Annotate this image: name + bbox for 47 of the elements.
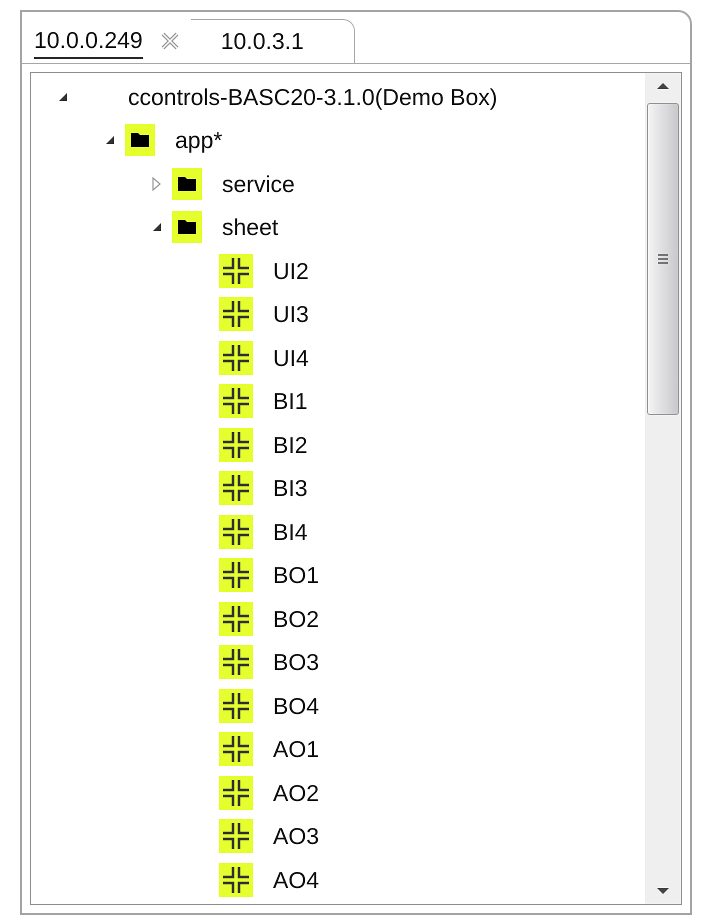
grip-icon (657, 253, 669, 265)
folder-icon (125, 124, 155, 156)
tree-item-label[interactable]: BI4 (273, 514, 308, 549)
tree-item-label[interactable]: BO4 (273, 688, 320, 723)
grid-icon (219, 514, 253, 549)
tree-item-label[interactable]: BI1 (273, 384, 308, 418)
tree-item-label[interactable]: app* (175, 123, 222, 158)
grid-icon (219, 471, 253, 506)
folder-icon (172, 168, 202, 200)
grid-icon (219, 732, 253, 766)
tree-item-label[interactable]: AO3 (273, 819, 320, 854)
scroll-up-icon[interactable] (656, 81, 670, 91)
tree-item-label[interactable]: AO2 (273, 776, 320, 810)
tree-item-label[interactable]: UI3 (273, 297, 309, 332)
grid-icon (219, 776, 253, 810)
tree-item-label[interactable]: BI3 (273, 471, 308, 506)
tree-item-label[interactable]: BO2 (273, 602, 320, 636)
tab-label: 10.0.3.1 (220, 27, 304, 56)
scrollbar-thumb[interactable] (647, 103, 679, 415)
tree-item-label[interactable]: ccontrols-BASC20-3.1.0(Demo Box) (128, 80, 498, 114)
scrollbar[interactable] (645, 73, 681, 904)
grid-icon (219, 819, 253, 854)
grid-icon (219, 254, 253, 288)
tree-item-label[interactable]: BO1 (273, 558, 320, 592)
expand-arrow-icon[interactable] (151, 176, 163, 191)
tree-item-label[interactable]: UI2 (273, 254, 309, 288)
grid-icon (219, 297, 253, 332)
tree-item-label[interactable]: AO4 (273, 862, 320, 897)
tree-item-label[interactable]: UI4 (273, 340, 309, 375)
tab-label: 10.0.0.249 (34, 22, 143, 60)
tab[interactable]: 10.0.3.1 (190, 19, 355, 63)
folder-icon (172, 211, 202, 244)
grid-icon (219, 428, 253, 462)
grid-icon (219, 602, 253, 636)
grid-icon (219, 558, 253, 592)
tree-item-label[interactable]: BO3 (273, 645, 320, 680)
grid-icon (219, 645, 253, 680)
scroll-down-icon[interactable] (656, 886, 670, 896)
close-icon[interactable] (158, 30, 181, 52)
tree-item-label[interactable]: BI2 (273, 428, 308, 462)
tree-item-label[interactable]: AO1 (273, 732, 320, 766)
grid-icon (219, 688, 253, 723)
tree-item-label[interactable]: service (222, 166, 295, 201)
tree-item-label[interactable]: sheet (222, 210, 278, 244)
grid-icon (219, 340, 253, 375)
grid-icon (219, 862, 253, 897)
grid-icon (219, 384, 253, 418)
